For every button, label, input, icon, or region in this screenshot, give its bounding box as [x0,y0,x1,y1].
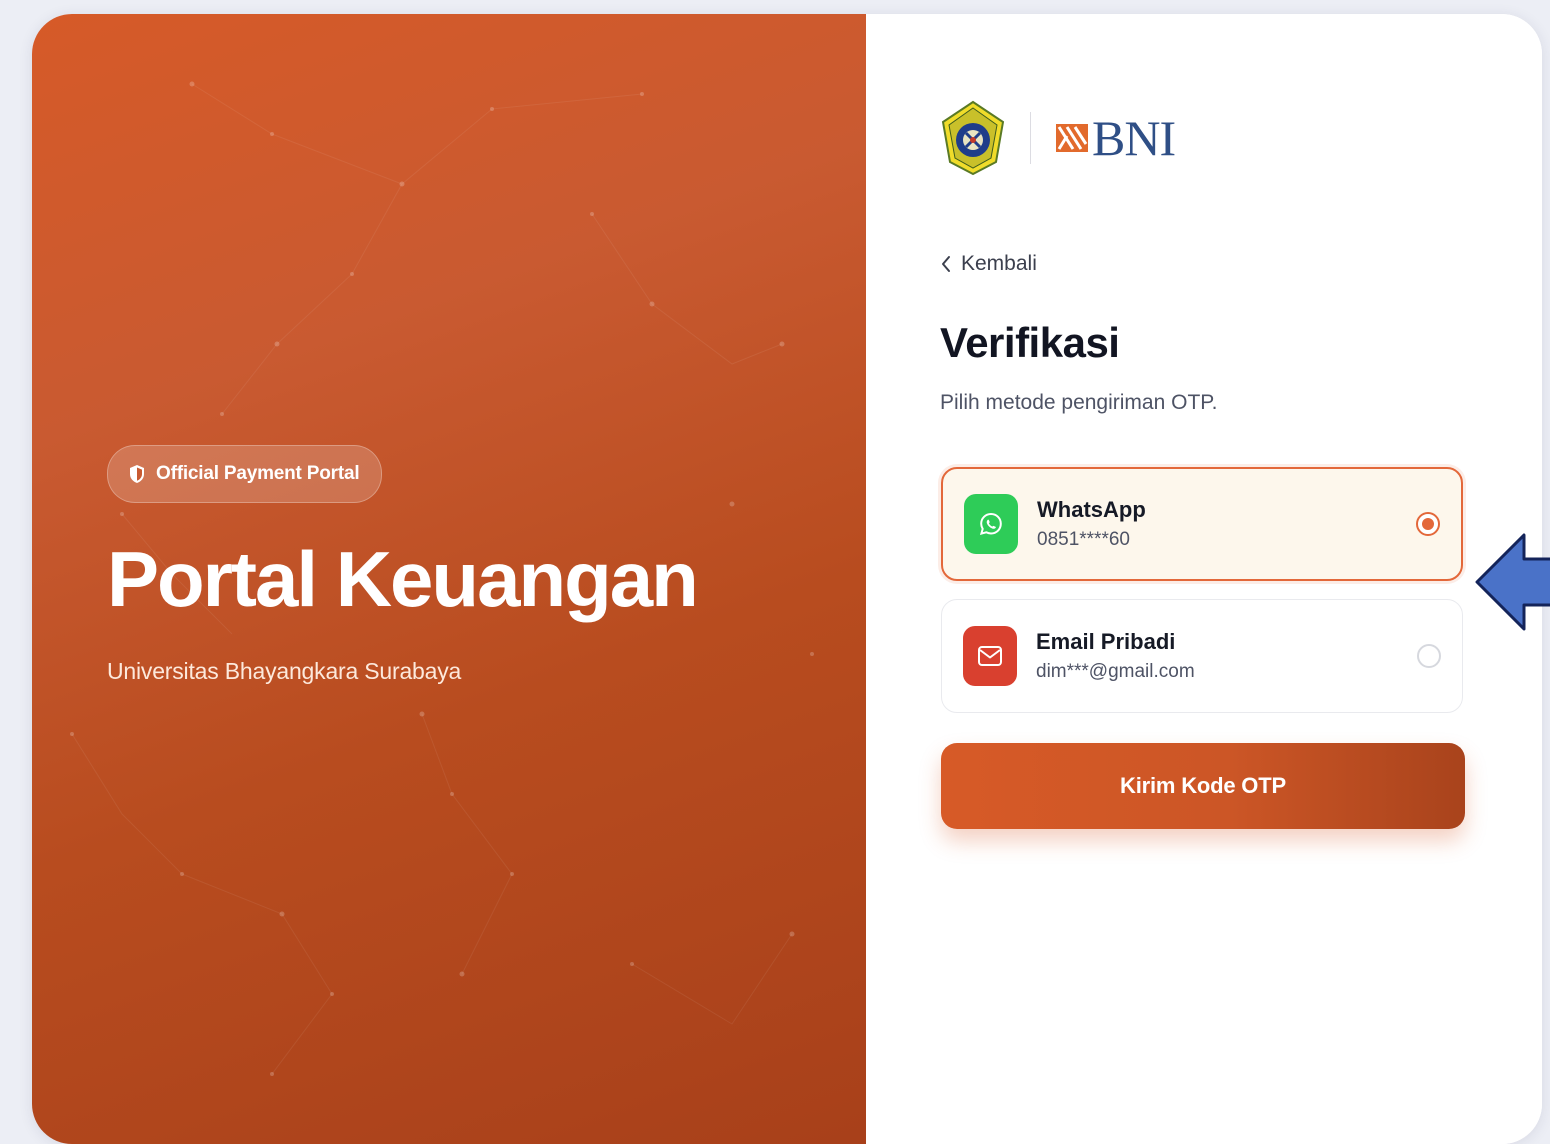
otp-option-email[interactable]: Email Pribadi dim***@gmail.com [941,599,1463,713]
annotation-arrow-icon [1475,533,1550,631]
mail-icon [963,626,1017,686]
page-title: Verifikasi [940,319,1120,366]
radio-email[interactable] [1417,644,1441,668]
send-otp-button[interactable]: Kirim Kode OTP [941,743,1465,829]
hero-title: Portal Keuangan [107,535,699,623]
whatsapp-option-text: WhatsApp 0851****60 [1037,497,1416,551]
university-seal-logo [940,100,1006,176]
official-portal-badge: Official Payment Portal [107,445,383,503]
verification-panel: BNI Kembali Verifikasi Pilih metode peng… [866,14,1542,1144]
logo-divider [1030,112,1031,164]
back-link[interactable]: Kembali [940,252,1037,276]
logo-bar: BNI [940,100,1176,176]
option-label: Email Pribadi [1036,628,1176,654]
hero-panel: Official Payment Portal Portal Keuangan … [32,14,866,1144]
shield-icon [128,464,146,484]
option-detail: 0851****60 [1037,529,1130,551]
badge-label: Official Payment Portal [156,463,360,484]
whatsapp-icon [964,494,1018,554]
email-option-text: Email Pribadi dim***@gmail.com [1036,629,1417,683]
bni-mark-icon [1055,120,1089,156]
option-detail: dim***@gmail.com [1036,661,1195,683]
radio-whatsapp[interactable] [1416,512,1440,536]
option-label: WhatsApp [1037,496,1146,522]
otp-option-whatsapp[interactable]: WhatsApp 0851****60 [941,467,1463,581]
bni-wordmark: BNI [1092,110,1176,166]
hero-subtitle: Universitas Bhayangkara Surabaya [107,658,462,684]
bni-logo: BNI [1055,110,1176,166]
app-frame: Official Payment Portal Portal Keuangan … [32,14,1542,1144]
back-label: Kembali [961,252,1037,275]
chevron-left-icon [940,254,952,274]
page-instruction: Pilih metode pengiriman OTP. [940,391,1218,414]
